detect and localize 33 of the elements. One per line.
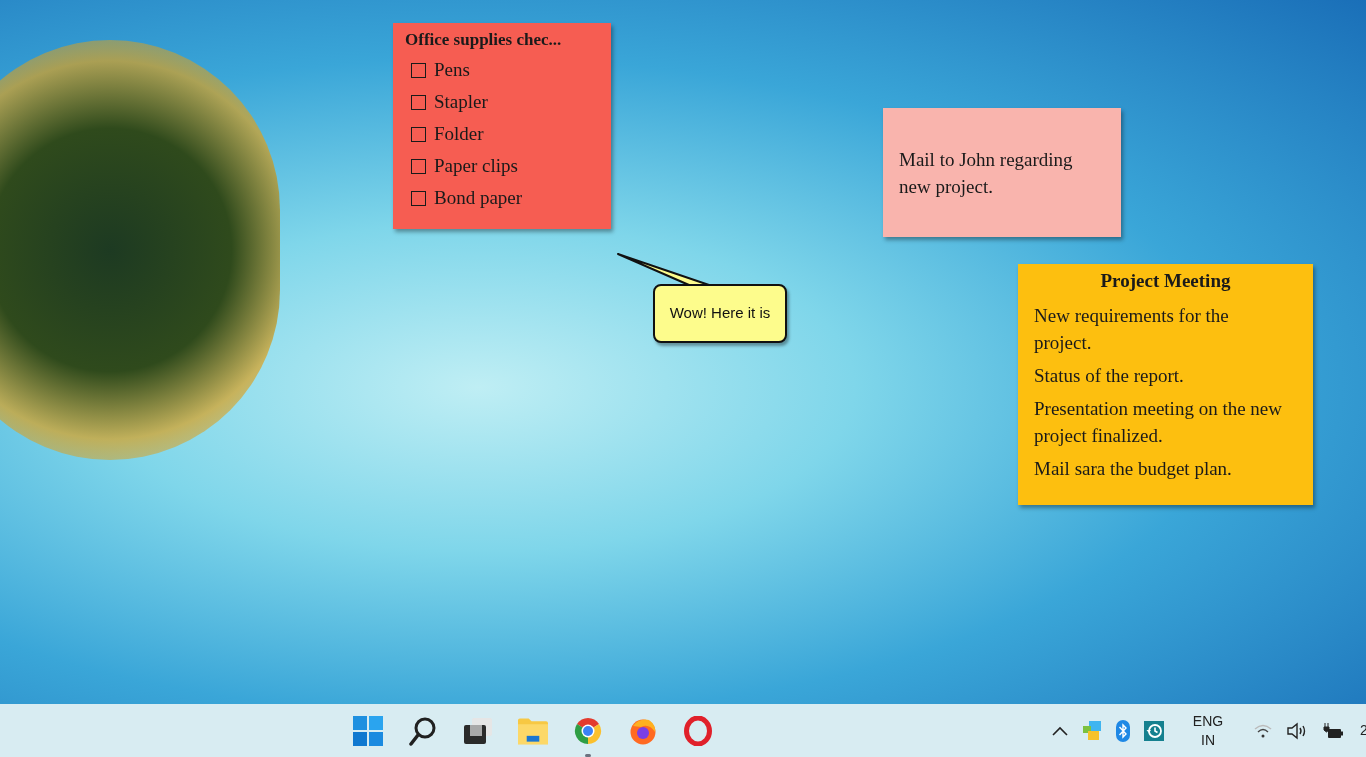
browser-icon[interactable] bbox=[574, 716, 602, 745]
language-indicator[interactable]: ENG bbox=[1192, 711, 1224, 731]
checklist-item: Paper clips bbox=[434, 153, 518, 178]
note-title: Office supplies chec... bbox=[405, 29, 563, 51]
checklist-item: Folder bbox=[434, 121, 484, 146]
checkbox[interactable] bbox=[411, 158, 426, 174]
checkbox[interactable] bbox=[411, 126, 426, 142]
note-title: Project Meeting bbox=[1099, 269, 1232, 293]
note-text: New requirements for the project. bbox=[1034, 304, 1230, 355]
wifi-icon[interactable] bbox=[1254, 723, 1272, 738]
note-text: Mail sara the budget plan. bbox=[1034, 457, 1233, 481]
running-indicator bbox=[585, 754, 591, 757]
chevron-up-icon[interactable] bbox=[1052, 725, 1068, 736]
note-text: Status of the report. bbox=[1034, 364, 1185, 388]
speaker-icon[interactable] bbox=[1286, 721, 1308, 740]
clock-history-icon[interactable] bbox=[1144, 720, 1164, 741]
folder-icon[interactable] bbox=[518, 716, 548, 745]
checklist-item: Bond paper bbox=[434, 185, 523, 210]
task-view-icon[interactable] bbox=[463, 716, 493, 745]
o-browser-icon[interactable] bbox=[684, 715, 712, 746]
battery-charging-icon[interactable] bbox=[1322, 721, 1344, 740]
checkbox[interactable] bbox=[411, 62, 426, 78]
checklist-item: Stapler bbox=[434, 89, 488, 114]
checkbox[interactable] bbox=[411, 190, 426, 206]
note-text: Presentation meeting on the new project finalized. bbox=[1034, 397, 1283, 448]
checklist-item: Pens bbox=[434, 57, 470, 82]
note-text: Mail to John regarding new project. bbox=[899, 148, 1074, 199]
start-icon[interactable] bbox=[353, 715, 383, 746]
search-icon[interactable] bbox=[409, 715, 437, 746]
bluetooth-icon[interactable] bbox=[1116, 719, 1130, 742]
checkbox[interactable] bbox=[411, 94, 426, 110]
colored-squares-icon[interactable] bbox=[1082, 720, 1102, 741]
language-indicator[interactable]: IN bbox=[1201, 730, 1215, 750]
